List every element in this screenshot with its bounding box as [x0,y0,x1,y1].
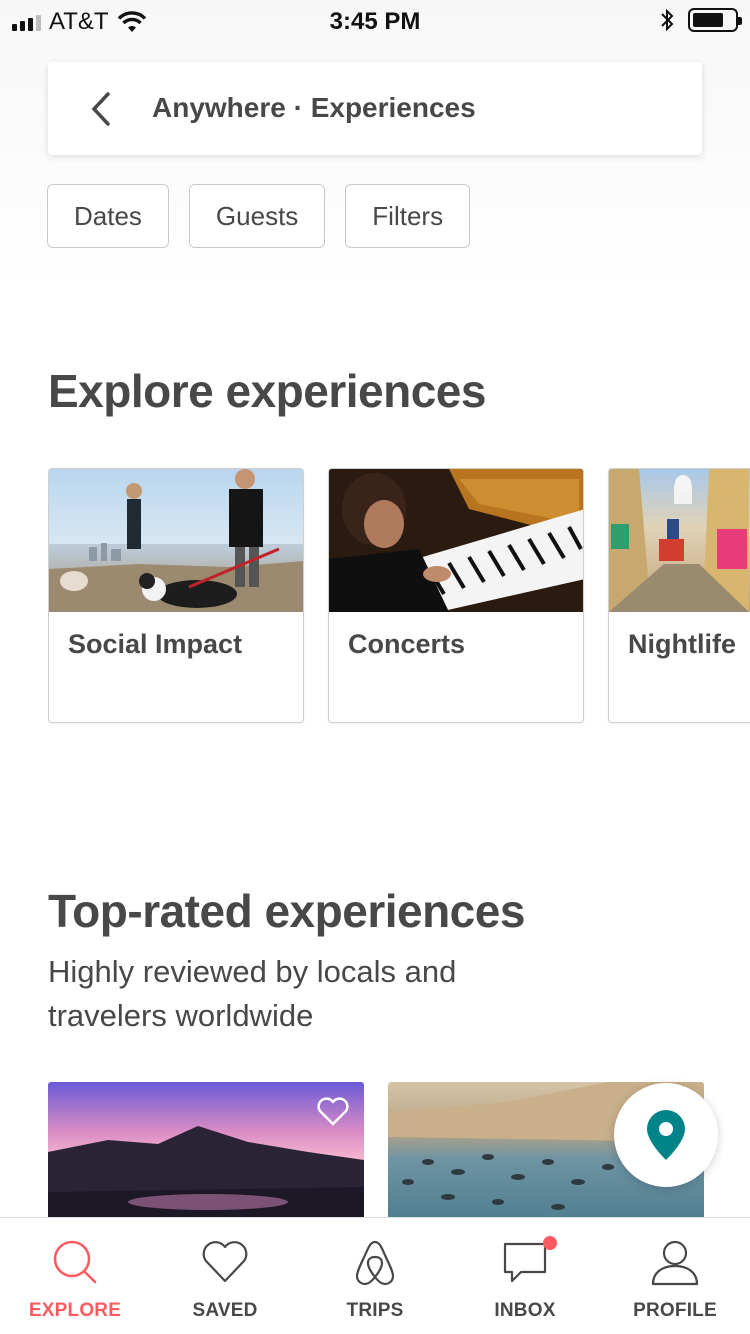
heart-icon [202,1241,248,1283]
search-icon [53,1240,97,1284]
category-label: Concerts [348,629,466,659]
tab-label: SAVED [192,1300,258,1321]
unread-badge [543,1236,557,1250]
search-bar[interactable]: Anywhere · Experiences [48,62,702,155]
bluetooth-icon [661,8,674,32]
dates-filter-button[interactable]: Dates [47,184,169,248]
search-title[interactable]: Anywhere · Experiences [152,92,476,124]
category-label: Nightlife [628,629,736,659]
tab-trips[interactable]: TRIPS [300,1218,450,1334]
category-card-concerts[interactable]: Concerts [328,468,584,723]
social-impact-image [49,469,303,612]
category-carousel[interactable]: Social Impact Concerts Nightlife [48,468,750,724]
tab-explore[interactable]: EXPLORE [0,1218,150,1334]
battery-icon [688,8,742,32]
status-time: 3:45 PM [329,8,421,35]
category-label: Social Impact [68,629,243,659]
tab-label: INBOX [494,1300,556,1321]
top-rated-heading: Top-rated experiences [48,885,525,937]
top-rated-subtitle: Highly reviewed by locals and travelers … [48,954,457,1033]
tab-label: PROFILE [633,1300,717,1321]
tab-bar: EXPLORE SAVED TRIPS INBOX PROFILE [0,1217,750,1334]
concerts-image [329,469,583,612]
tab-label: TRIPS [346,1300,404,1321]
tab-label: EXPLORE [28,1300,122,1321]
person-icon [651,1240,699,1286]
map-button[interactable] [614,1083,718,1187]
heart-icon[interactable] [316,1096,350,1126]
category-card-social-impact[interactable]: Social Impact [48,468,304,723]
guests-filter-button[interactable]: Guests [188,184,326,248]
airbnb-logo-icon [355,1240,395,1286]
status-bar: AT&T 3:45 PM [0,0,750,40]
tab-inbox[interactable]: INBOX [450,1218,600,1334]
category-card-nightlife[interactable]: Nightlife [608,468,750,723]
map-pin-icon [647,1110,685,1160]
nightlife-image [609,469,750,612]
filters-button[interactable]: Filters [345,184,471,248]
tab-profile[interactable]: PROFILE [600,1218,750,1334]
experience-card[interactable] [48,1082,364,1218]
back-arrow-icon[interactable] [88,92,114,126]
tab-saved[interactable]: SAVED [150,1218,300,1334]
filter-bar: Dates Guests Filters [47,184,471,248]
explore-heading: Explore experiences [48,365,486,417]
